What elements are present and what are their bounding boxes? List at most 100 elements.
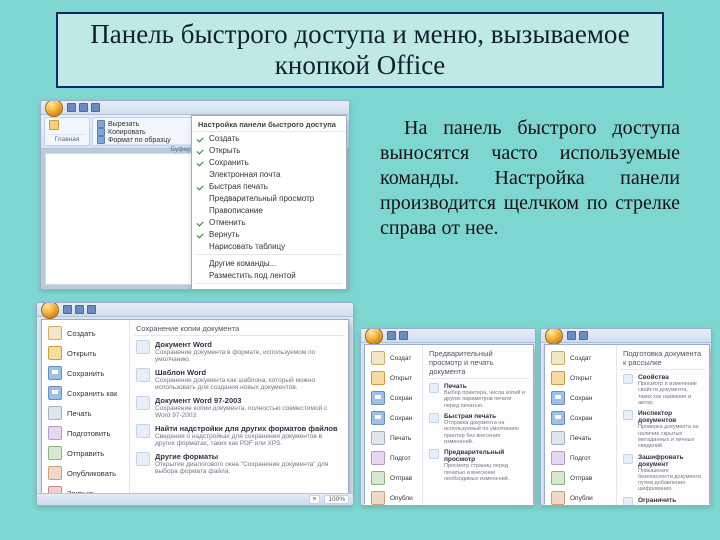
office-menu[interactable]: Создат Открыт СохранСохран Печать ПодготОтпр… <box>364 344 534 504</box>
office-menu-item[interactable]: Открыт <box>545 368 616 388</box>
office-menu-item[interactable]: Подготовить <box>42 423 129 443</box>
office-button-icon[interactable] <box>45 100 63 117</box>
prep-icon <box>371 451 385 465</box>
submenu-item[interactable]: Документ WordСохранение документа в форм… <box>134 338 344 366</box>
office-button-icon[interactable] <box>41 302 59 319</box>
qat-menu-item[interactable]: Сохранить <box>192 156 346 168</box>
item-title: Зашифровать документ <box>638 454 703 468</box>
submenu-item[interactable]: ПечатьВыбор принтера, числа копий и друг… <box>427 381 529 411</box>
office-menu-item[interactable]: Сохран <box>365 388 422 408</box>
print-icon <box>551 431 565 445</box>
qat-menu-item[interactable]: Свернуть ленту <box>192 286 346 290</box>
qat-menu-item[interactable]: Другие команды... <box>192 257 346 269</box>
office-menu-item[interactable]: Печать <box>545 428 616 448</box>
office-menu-item[interactable]: Создат <box>545 348 616 368</box>
office-menu-item[interactable]: Отправ <box>365 468 422 488</box>
screenshot-office-menu-prepare: СоздатОткрытСохранСохранПечатьПодготОтпр… <box>540 328 712 506</box>
menu-item-label: Печать <box>390 435 411 442</box>
status-zoom[interactable]: 100% <box>324 495 349 504</box>
office-menu-item[interactable]: Создат <box>365 348 422 368</box>
prep-icon <box>551 451 565 465</box>
submenu-item[interactable]: Быстрая печатьОтправка документа на испо… <box>427 411 529 447</box>
paste-icon[interactable] <box>49 120 59 130</box>
ribbon-cut[interactable]: Вырезать <box>108 121 139 128</box>
qat-menu-item[interactable]: Предварительный просмотр <box>192 192 346 204</box>
menu-item-label: Открыт <box>390 375 412 382</box>
check-icon <box>196 182 204 190</box>
office-menu-item[interactable]: Печать <box>365 428 422 448</box>
qat-item-icon[interactable] <box>67 103 76 112</box>
qat-menu-item[interactable]: Быстрая печать <box>192 180 346 192</box>
qat-customize-dropdown[interactable]: Настройка панели быстрого доступа Создат… <box>191 115 347 290</box>
prepare-submenu[interactable]: Подготовка документа к рассылке Свойства… <box>617 345 709 506</box>
office-menu-item[interactable]: Опубли <box>545 488 616 506</box>
submenu-item[interactable]: СвойстваПросмотр и изменение свойств док… <box>621 372 705 408</box>
status-view-button[interactable]: ≡ <box>309 495 321 504</box>
office-menu-left[interactable]: СоздатьОткрытьСохранитьСохранить какПеча… <box>42 320 130 506</box>
qat-item-icon[interactable] <box>79 103 88 112</box>
item-title: Ограничить разрешения <box>638 497 703 506</box>
office-menu-item[interactable]: Сохранить как <box>42 383 129 403</box>
send-icon <box>48 446 62 460</box>
save-icon <box>551 391 565 405</box>
ribbon-tab[interactable]: Главная <box>49 134 85 143</box>
office-menu[interactable]: СоздатОткрытСохранСохранПечатьПодготОтпр… <box>544 344 710 504</box>
office-menu-left[interactable]: Создат Открыт СохранСохран Печать ПодготОтпр… <box>365 345 423 506</box>
item-icon <box>623 410 633 420</box>
office-button-icon[interactable] <box>365 328 383 345</box>
submenu-item[interactable]: Ограничить разрешенияПредоставление поль… <box>621 495 705 506</box>
office-menu-item[interactable]: Сохран <box>365 408 422 428</box>
item-subtitle: Выбор принтера, числа копий и других пар… <box>444 390 527 409</box>
office-menu-item[interactable]: Опубли <box>365 488 422 506</box>
office-menu[interactable]: СоздатьОткрытьСохранитьСохранить какПеча… <box>41 319 349 503</box>
office-menu-item[interactable]: Сохранить <box>42 363 129 383</box>
office-menu-left[interactable]: СоздатОткрытСохранСохранПечатьПодготОтпр… <box>545 345 617 506</box>
check-icon <box>196 259 204 267</box>
ribbon-copy[interactable]: Копировать <box>108 129 146 136</box>
format-painter-icon[interactable] <box>97 136 105 144</box>
menu-item-label: Свернуть ленту <box>209 288 268 291</box>
print-submenu[interactable]: Предварительный просмотр и печать докуме… <box>423 345 533 506</box>
submenu-item[interactable]: Документ Word 97-2003Сохранение копии до… <box>134 394 344 422</box>
office-menu-item[interactable]: Подгот <box>365 448 422 468</box>
menu-item-label: Электронная почта <box>209 170 280 179</box>
ribbon-format-painter[interactable]: Формат по образцу <box>108 137 171 144</box>
print-icon <box>48 406 62 420</box>
office-button-icon[interactable] <box>545 328 563 345</box>
check-icon <box>196 230 204 238</box>
office-menu-item[interactable]: Опубликовать <box>42 463 129 483</box>
office-menu-item[interactable]: Печать <box>42 403 129 423</box>
qat-menu-item[interactable]: Создать <box>192 132 346 144</box>
office-menu-item[interactable]: Сохран <box>545 388 616 408</box>
office-menu-item[interactable]: Открыт <box>365 368 422 388</box>
send-icon <box>551 471 565 485</box>
check-icon <box>196 271 204 279</box>
submenu-item[interactable]: Другие форматыОткрытие диалогового окна … <box>134 450 344 478</box>
cut-icon[interactable] <box>97 120 105 128</box>
qat-menu-item[interactable]: Открыть <box>192 144 346 156</box>
menu-item-label: Открыть <box>209 146 240 155</box>
office-menu-item[interactable]: Подгот <box>545 448 616 468</box>
office-menu-item[interactable]: Сохран <box>545 408 616 428</box>
qat-menu-item[interactable]: Вернуть <box>192 228 346 240</box>
office-menu-item[interactable]: Создать <box>42 323 129 343</box>
qat-menu-item[interactable]: Электронная почта <box>192 168 346 180</box>
qat-menu-item[interactable]: Нарисовать таблицу <box>192 240 346 252</box>
menu-item-label: Подготовить <box>67 429 110 438</box>
submenu-item[interactable]: Найти надстройки для других форматов фай… <box>134 422 344 450</box>
office-menu-item[interactable]: Отправить <box>42 443 129 463</box>
submenu-item[interactable]: Предварительный просмотрПросмотр страниц… <box>427 447 529 484</box>
submenu-item[interactable]: Шаблон WordСохранение документа как шабл… <box>134 366 344 394</box>
submenu-item[interactable]: Инспектор документовПроверка документа н… <box>621 408 705 451</box>
office-menu-item[interactable]: Открыть <box>42 343 129 363</box>
submenu-item[interactable]: Зашифровать документПовышение безопаснос… <box>621 452 705 495</box>
item-title: Печать <box>444 383 527 390</box>
quick-access-toolbar[interactable] <box>67 103 100 112</box>
copy-icon[interactable] <box>97 128 105 136</box>
qat-menu-item[interactable]: Отменить <box>192 216 346 228</box>
qat-menu-item[interactable]: Правописание <box>192 204 346 216</box>
office-menu-item[interactable]: Отправ <box>545 468 616 488</box>
save-as-submenu[interactable]: Сохранение копии документа Документ Word… <box>130 320 348 506</box>
qat-item-icon[interactable] <box>91 103 100 112</box>
qat-menu-item[interactable]: Разместить под лентой <box>192 269 346 281</box>
